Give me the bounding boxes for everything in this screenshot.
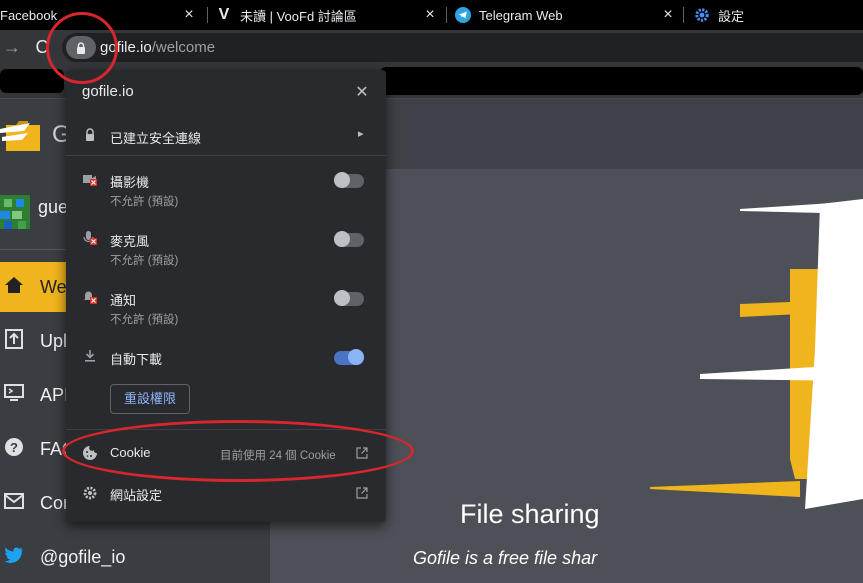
forward-icon[interactable]: →	[2, 37, 22, 57]
twitter-icon	[0, 546, 28, 569]
hero-title: File sharing	[460, 499, 600, 529]
hero-subtitle: Gofile is a free file shar	[413, 548, 598, 568]
divider	[66, 155, 386, 156]
permission-microphone: 麥克風 不允許 (預設)	[66, 225, 386, 273]
home-icon	[0, 276, 28, 299]
external-link-icon	[356, 487, 368, 499]
telegram-icon	[455, 7, 471, 23]
tab-telegram[interactable]: Telegram Web ×	[455, 0, 679, 30]
camera-blocked-icon	[83, 175, 97, 186]
sidebar-item-twitter[interactable]: @gofile_io	[0, 532, 270, 582]
tab-voofd[interactable]: V 未讀 | VooFd 討論區 ×	[216, 0, 444, 30]
upload-icon	[0, 328, 28, 354]
hero-illustration	[650, 199, 863, 509]
sidebar-item-label: @gofile_io	[40, 546, 126, 567]
permission-camera: 攝影機 不允許 (預設)	[66, 166, 386, 214]
permission-label: 自動下載	[110, 352, 163, 367]
api-icon	[0, 383, 28, 407]
gear-icon	[694, 7, 710, 23]
notifications-toggle[interactable]	[334, 290, 364, 306]
toolbar: → C gofile.io/welcome	[0, 30, 863, 65]
tab-title: Telegram Web	[479, 7, 563, 23]
permission-status: 不允許 (預設)	[110, 314, 179, 326]
annotation-ellipse	[62, 420, 414, 482]
tab-title: 設定	[718, 8, 745, 24]
camera-toggle[interactable]	[334, 172, 364, 188]
chevron-right-icon: ▸	[358, 128, 364, 140]
bell-blocked-icon	[84, 291, 97, 304]
download-icon	[85, 350, 95, 362]
gofile-logo	[0, 113, 44, 153]
microphone-toggle[interactable]	[334, 231, 364, 247]
permission-label: 攝影機	[110, 175, 150, 190]
sidebar-item-label: API	[40, 384, 70, 405]
avatar[interactable]	[0, 191, 30, 233]
permission-status: 不允許 (預設)	[110, 255, 179, 267]
popup-site-title: gofile.io	[82, 83, 134, 100]
permission-status: 不允許 (預設)	[110, 196, 179, 208]
tab-strip: Facebook × V 未讀 | VooFd 討論區 × Telegram W…	[0, 0, 863, 30]
tab-divider	[446, 7, 447, 23]
mail-icon	[0, 492, 28, 514]
microphone-blocked-icon	[83, 231, 97, 245]
permission-auto-download: 自動下載	[66, 343, 386, 373]
tab-divider	[207, 7, 208, 23]
site-settings-row[interactable]: 網站設定	[66, 478, 386, 508]
username: gue	[38, 197, 69, 217]
tab-title: Facebook	[0, 7, 58, 23]
auto-download-toggle[interactable]	[334, 349, 364, 365]
permission-notifications: 通知 不允許 (預設)	[66, 284, 386, 332]
redacted-area	[380, 67, 863, 95]
question-icon: ?	[0, 437, 28, 462]
svg-text:?: ?	[10, 440, 18, 455]
close-icon[interactable]: ✕	[354, 82, 370, 102]
permission-label: 麥克風	[110, 234, 150, 249]
browser-window: Facebook × V 未讀 | VooFd 討論區 × Telegram W…	[0, 0, 863, 583]
address-bar[interactable]: gofile.io/welcome	[62, 33, 863, 62]
tab-title: 未讀 | VooFd 討論區	[240, 8, 357, 24]
close-icon[interactable]: ×	[181, 7, 197, 23]
redacted-area	[0, 69, 64, 93]
tab-divider	[683, 7, 684, 23]
permission-label: 通知	[110, 293, 137, 308]
close-icon[interactable]: ×	[422, 7, 438, 23]
gear-icon	[83, 486, 97, 500]
tab-settings[interactable]: 設定	[694, 0, 863, 30]
annotation-circle	[46, 12, 118, 84]
reset-permissions-button[interactable]: 重設權限	[110, 384, 190, 414]
close-icon[interactable]: ×	[660, 7, 676, 23]
lock-icon	[86, 128, 94, 141]
site-settings-label: 網站設定	[110, 488, 163, 503]
connection-row[interactable]: 已建立安全連線 ▸	[66, 116, 386, 154]
connection-label: 已建立安全連線	[110, 131, 202, 146]
voofd-icon: V	[218, 6, 230, 23]
